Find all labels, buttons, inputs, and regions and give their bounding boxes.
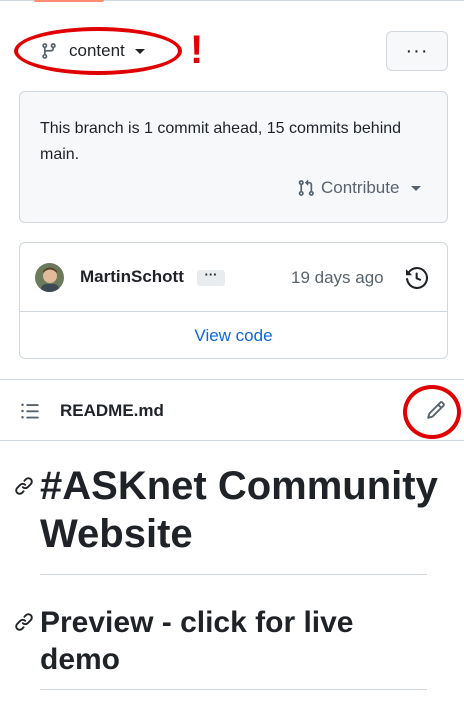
annotation-exclamation: ! bbox=[190, 28, 204, 72]
branch-status-box: This branch is 1 commit ahead, 15 commit… bbox=[19, 91, 448, 223]
contribute-button[interactable]: Contribute bbox=[297, 178, 422, 198]
commit-date[interactable]: 19 days ago bbox=[291, 268, 384, 288]
link-icon[interactable] bbox=[14, 612, 34, 632]
heading-divider bbox=[40, 574, 427, 575]
contribute-label: Contribute bbox=[321, 178, 400, 197]
chevron-down-icon bbox=[411, 185, 422, 191]
pencil-icon[interactable] bbox=[426, 400, 446, 420]
readme-title: README.md bbox=[60, 401, 164, 420]
branch-name: content bbox=[69, 41, 125, 60]
view-code-link[interactable]: View code bbox=[20, 313, 447, 359]
readme-header: README.md bbox=[0, 379, 464, 441]
readme-heading-1: #ASKnet Community Website bbox=[40, 464, 438, 556]
git-branch-icon bbox=[42, 43, 56, 59]
branch-selector-button[interactable]: content bbox=[20, 31, 170, 71]
commit-row: MartinSchott ··· 19 days ago bbox=[20, 243, 447, 312]
pull-request-icon bbox=[298, 179, 314, 196]
readme-heading-2: Preview - click for live demo bbox=[40, 606, 354, 676]
heading-divider bbox=[40, 689, 427, 690]
list-unordered-icon[interactable] bbox=[20, 401, 40, 421]
avatar[interactable] bbox=[35, 263, 64, 292]
latest-commit-box: MartinSchott ··· 19 days ago View code bbox=[19, 242, 448, 359]
active-tab-underline bbox=[34, 0, 104, 2]
link-icon[interactable] bbox=[14, 476, 34, 496]
history-icon[interactable] bbox=[406, 267, 428, 289]
commit-author-link[interactable]: MartinSchott bbox=[80, 267, 184, 287]
branch-status-text: This branch is 1 commit ahead, 15 commit… bbox=[40, 120, 402, 163]
commit-message-expand-button[interactable]: ··· bbox=[197, 268, 225, 286]
chevron-down-icon bbox=[134, 48, 145, 54]
more-options-button[interactable]: ··· bbox=[386, 31, 448, 71]
